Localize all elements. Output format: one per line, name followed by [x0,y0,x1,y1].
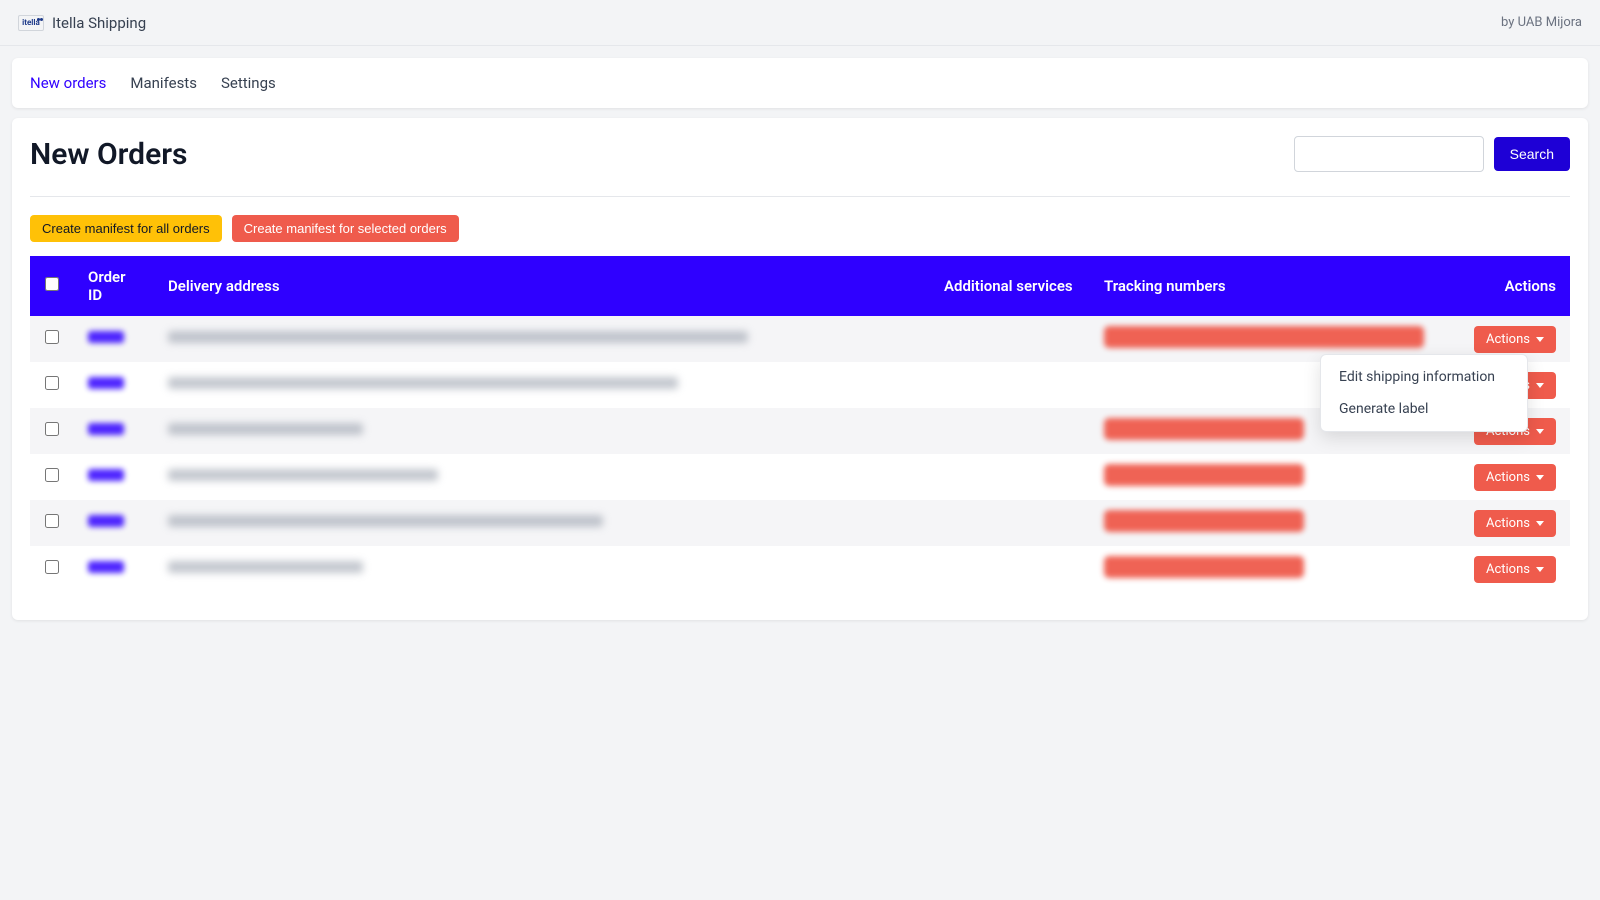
additional-services-cell [930,500,1090,546]
order-id-blurred[interactable] [88,515,124,527]
additional-services-cell [930,362,1090,408]
page-title: New Orders [30,137,187,172]
tab-manifests[interactable]: Manifests [130,74,197,92]
tab-settings[interactable]: Settings [221,74,276,92]
table-row: Actions [30,454,1570,500]
brand-title: Itella Shipping [52,14,146,32]
order-id-blurred[interactable] [88,469,124,481]
delivery-address-blurred [168,423,363,435]
delivery-address-blurred [168,515,603,527]
col-additional-services: Additional services [930,256,1090,316]
caret-down-icon [1536,567,1544,572]
search-input[interactable] [1294,136,1484,172]
row-actions-button[interactable]: Actions [1474,464,1556,491]
order-id-blurred[interactable] [88,423,124,435]
caret-down-icon [1536,337,1544,342]
delivery-address-blurred [168,469,438,481]
search-button[interactable]: Search [1494,137,1570,171]
dropdown-generate-label[interactable]: Generate label [1321,393,1527,425]
brand-logo-icon: itella [18,15,44,31]
delivery-address-blurred [168,377,678,389]
row-actions-label: Actions [1486,332,1530,347]
search-group: Search [1294,136,1570,172]
delivery-address-blurred [168,561,363,573]
col-delivery-address: Delivery address [154,256,930,316]
table-row: Actions [30,500,1570,546]
tracking-badge-blurred [1104,510,1304,532]
row-checkbox[interactable] [45,422,59,436]
additional-services-cell [930,408,1090,454]
order-id-blurred[interactable] [88,561,124,573]
additional-services-cell [930,316,1090,362]
delivery-address-blurred [168,331,748,343]
col-order-id: Order ID [74,256,154,316]
order-id-blurred[interactable] [88,331,124,343]
row-checkbox[interactable] [45,560,59,574]
brand: itella Itella Shipping [18,14,146,32]
row-actions-label: Actions [1486,516,1530,531]
divider [30,196,1570,197]
row-checkbox[interactable] [45,468,59,482]
col-actions: Actions [1460,256,1570,316]
tracking-badge-blurred [1104,418,1304,440]
actions-dropdown: Edit shipping information Generate label [1320,354,1528,432]
caret-down-icon [1536,521,1544,526]
row-actions-label: Actions [1486,470,1530,485]
create-manifest-selected-button[interactable]: Create manifest for selected orders [232,215,459,242]
row-checkbox[interactable] [45,514,59,528]
caret-down-icon [1536,475,1544,480]
topbar: itella Itella Shipping by UAB Mijora [0,0,1600,46]
tracking-badge-blurred [1104,556,1304,578]
additional-services-cell [930,454,1090,500]
tabs: New orders Manifests Settings [12,58,1588,108]
byline: by UAB Mijora [1501,15,1582,30]
caret-down-icon [1536,383,1544,388]
row-actions-label: Actions [1486,562,1530,577]
dropdown-edit-shipping[interactable]: Edit shipping information [1321,361,1527,393]
main-card: New Orders Search Create manifest for al… [12,118,1588,620]
caret-down-icon [1536,429,1544,434]
row-actions-button[interactable]: Actions [1474,510,1556,537]
row-checkbox[interactable] [45,330,59,344]
col-tracking-numbers: Tracking numbers [1090,256,1460,316]
row-actions-button[interactable]: Actions [1474,326,1556,353]
order-id-blurred[interactable] [88,377,124,389]
table-row: Actions [30,546,1570,592]
row-actions-button[interactable]: Actions [1474,556,1556,583]
tracking-badge-blurred [1104,326,1424,348]
tracking-badge-blurred [1104,464,1304,486]
tab-new-orders[interactable]: New orders [30,74,106,92]
select-all-checkbox[interactable] [45,277,59,291]
row-checkbox[interactable] [45,376,59,390]
additional-services-cell [930,546,1090,592]
create-manifest-all-button[interactable]: Create manifest for all orders [30,215,222,242]
